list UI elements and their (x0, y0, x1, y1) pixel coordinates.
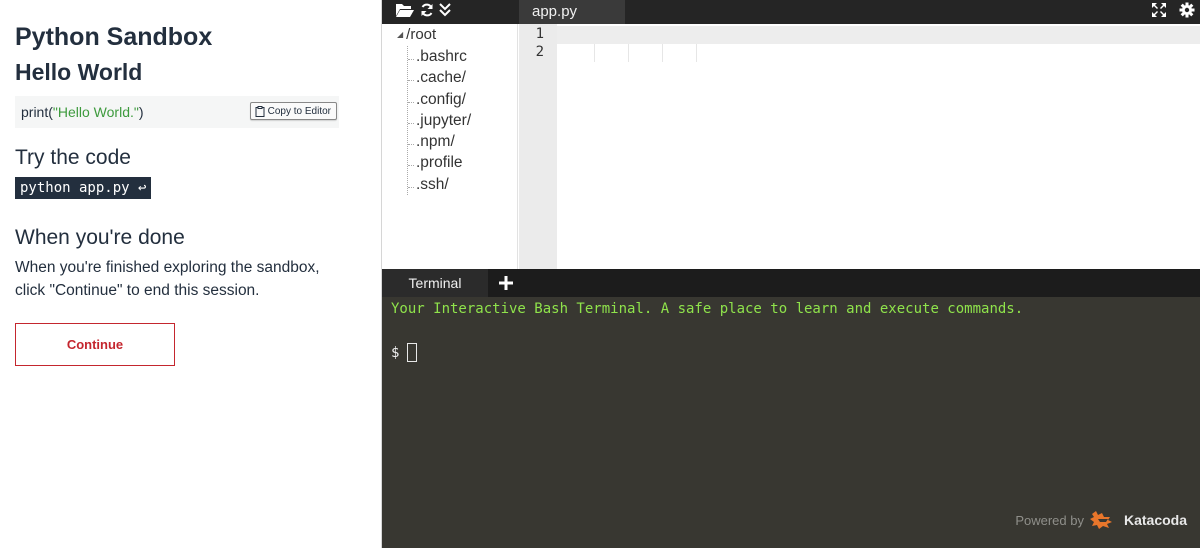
tree-item[interactable]: .config/ (408, 89, 471, 110)
code-snippet-box: print("Hello World.") Copy to Editor (15, 96, 339, 128)
try-heading: Try the code (15, 146, 131, 169)
line-number: 2 (535, 44, 544, 60)
instructions-pane: Python Sandbox Hello World print("Hello … (0, 0, 381, 548)
editor-gutter: 1 2 (519, 24, 557, 269)
caret-down-icon[interactable]: ◢ (397, 30, 403, 39)
clipboard-icon (255, 105, 265, 117)
page-subtitle: Hello World (15, 59, 143, 85)
continue-button[interactable]: Continue (15, 323, 175, 366)
done-text: When you're finished exploring the sandb… (15, 259, 320, 299)
code-prefix: print( (21, 104, 53, 120)
tree-item[interactable]: .ssh/ (408, 174, 471, 195)
ide-toolbar: app.py (382, 0, 1200, 24)
line-number: 1 (535, 26, 544, 42)
indent-guide (662, 44, 663, 62)
terminal-prompt: $ (391, 344, 400, 361)
tree-root[interactable]: ◢ /root (397, 26, 436, 43)
katacoda-logo-icon (1089, 510, 1118, 530)
tab-app-py[interactable]: app.py (519, 0, 625, 24)
copy-to-editor-label: Copy to Editor (267, 105, 331, 117)
powered-by[interactable]: Powered by Katacoda (1015, 510, 1187, 530)
page-title: Python Sandbox (15, 23, 213, 51)
copy-to-editor-button[interactable]: Copy to Editor (249, 102, 337, 120)
tree-item[interactable]: .cache/ (408, 67, 471, 88)
settings-icon[interactable] (1179, 2, 1195, 18)
run-command[interactable]: python app.py ↩ (15, 177, 152, 199)
tree-item[interactable]: .npm/ (408, 131, 471, 152)
collapse-icon[interactable] (439, 3, 451, 17)
tree-list: .bashrc .cache/ .config/ .jupyter/ .npm/… (407, 46, 471, 196)
done-heading: When you're done (15, 226, 185, 249)
powered-by-label: Powered by (1015, 512, 1084, 528)
code-string: "Hello World." (52, 104, 139, 120)
terminal[interactable]: Your Interactive Bash Terminal. A safe p… (382, 297, 1200, 548)
tree-root-label: /root (406, 26, 437, 43)
ide-pane: app.py ◢ /root .bashrc .cache/ .config/ … (381, 0, 1200, 548)
code-editor[interactable] (557, 24, 1200, 269)
file-tree: ◢ /root .bashrc .cache/ .config/ .jupyte… (382, 24, 518, 269)
indent-guide (594, 44, 595, 62)
terminal-cursor (407, 343, 418, 362)
tree-item[interactable]: .bashrc (408, 46, 471, 67)
code-suffix: ) (138, 104, 144, 120)
tree-item[interactable]: .profile (408, 152, 471, 173)
terminal-tabbar: Terminal (382, 269, 1200, 297)
fullscreen-icon[interactable] (1151, 2, 1167, 18)
active-line (557, 26, 1200, 44)
add-terminal-icon[interactable] (497, 274, 515, 292)
terminal-welcome: Your Interactive Bash Terminal. A safe p… (391, 301, 1024, 317)
refresh-icon[interactable] (420, 3, 434, 17)
katacoda-brand: Katacoda (1123, 512, 1187, 528)
indent-guide (628, 44, 629, 62)
indent-guide (696, 44, 697, 62)
code-snippet: print("Hello World.") (21, 104, 144, 120)
tree-item[interactable]: .jupyter/ (408, 110, 471, 131)
terminal-prompt-line: $ (391, 343, 418, 362)
folder-open-icon[interactable] (395, 2, 415, 18)
tab-terminal[interactable]: Terminal (382, 269, 488, 297)
